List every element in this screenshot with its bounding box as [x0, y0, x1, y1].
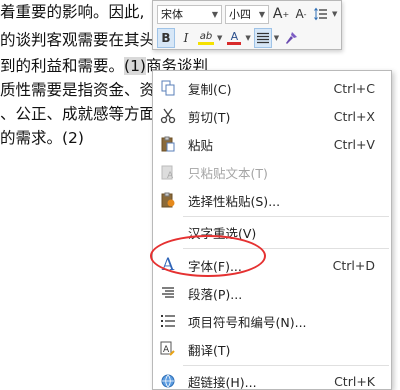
- font-color-button[interactable]: A: [225, 28, 243, 48]
- chevron-down-icon[interactable]: ▼: [332, 10, 337, 18]
- doc-text: 到的利益和需要。: [0, 57, 125, 75]
- menu-item-label: 段落(P)...: [188, 286, 243, 302]
- menu-item-hyperlink[interactable]: 超链接(H)... Ctrl+K: [153, 367, 391, 390]
- chevron-down-icon: ▼: [211, 9, 218, 19]
- chevron-down-icon: ▼: [258, 9, 265, 19]
- menu-item-shortcut: Ctrl+V: [333, 136, 375, 152]
- menu-item-label: 超链接(H)...: [188, 374, 257, 390]
- menu-item-label: 复制(C): [188, 81, 232, 97]
- format-painter-icon: [286, 32, 298, 44]
- menu-item-label: 选择性粘贴(S)...: [188, 193, 281, 209]
- menu-item-shortcut: Ctrl+K: [334, 373, 375, 389]
- menu-item-shortcut: Ctrl+X: [333, 108, 375, 124]
- paragraph-icon: [159, 284, 177, 302]
- font-size-value: 小四: [229, 8, 251, 21]
- font-size-select[interactable]: 小四 ▼: [225, 4, 269, 24]
- menu-item-label: 剪切(T): [188, 109, 231, 125]
- grow-font-button[interactable]: A +: [272, 4, 290, 24]
- translate-icon: A: [159, 340, 177, 358]
- doc-line-2: 的谈判客观需要在其头: [0, 31, 156, 49]
- menu-item-label: 字体(F)...: [188, 258, 242, 274]
- shrink-font-icon: A: [295, 7, 304, 21]
- bold-button[interactable]: B: [157, 28, 175, 48]
- menu-item-paragraph[interactable]: 段落(P)...: [153, 279, 391, 307]
- font-color-swatch: [227, 42, 242, 45]
- menu-item-paste-text-only[interactable]: A 只粘贴文本(T): [153, 158, 391, 186]
- menu-item-bullets-numbering[interactable]: 项目符号和编号(N)...: [153, 307, 391, 335]
- context-menu: 复制(C) Ctrl+C 剪切(T) Ctrl+X 粘贴 Ctrl+V A 只粘…: [152, 70, 392, 390]
- menu-item-shortcut: Ctrl+C: [333, 80, 375, 96]
- chevron-down-icon[interactable]: ▼: [217, 34, 222, 42]
- doc-line-4: 质性需要是指资金、资: [0, 81, 156, 99]
- paste-icon: [159, 135, 177, 153]
- paste-text-icon: A: [159, 163, 177, 181]
- menu-item-label: 翻译(T): [188, 342, 231, 358]
- copy-icon: [159, 79, 177, 97]
- menu-separator: [183, 248, 389, 249]
- doc-line-5: 、公正、成就感等方面: [0, 105, 156, 123]
- svg-text:A: A: [163, 345, 170, 355]
- hyperlink-icon: [159, 372, 177, 390]
- align-justify-icon: [256, 32, 269, 44]
- menu-separator: [183, 216, 389, 217]
- chevron-down-icon[interactable]: ▼: [245, 34, 250, 42]
- menu-item-reselect-hanzi[interactable]: 汉字重选(V): [153, 218, 391, 246]
- menu-item-paste[interactable]: 粘贴 Ctrl+V: [153, 130, 391, 158]
- menu-item-cut[interactable]: 剪切(T) Ctrl+X: [153, 102, 391, 130]
- font-name-value: 宋体: [161, 8, 183, 21]
- font-icon: A: [161, 255, 175, 275]
- shrink-font-button[interactable]: A-: [292, 4, 310, 24]
- bullets-icon: [159, 312, 177, 330]
- italic-icon: I: [183, 31, 189, 45]
- highlight-color-swatch: [198, 41, 214, 45]
- line-spacing-button[interactable]: [312, 4, 330, 24]
- menu-item-translate[interactable]: A 翻译(T): [153, 335, 391, 363]
- svg-text:A: A: [167, 171, 174, 180]
- format-painter-button[interactable]: [282, 28, 300, 48]
- chevron-down-icon[interactable]: ▼: [274, 34, 279, 42]
- doc-line-1: 着重要的影响。因此,: [0, 3, 145, 21]
- menu-item-paste-special[interactable]: 选择性粘贴(S)...: [153, 186, 391, 214]
- font-color-icon: A: [230, 30, 239, 43]
- menu-item-label: 粘贴: [188, 137, 214, 153]
- line-spacing-icon: [314, 7, 327, 21]
- mini-format-toolbar: 宋体 ▼ 小四 ▼ A + A- ▼ B I ab ▼ A ▼ ▼: [152, 0, 342, 50]
- highlight-button[interactable]: ab: [197, 28, 215, 48]
- menu-item-shortcut: Ctrl+D: [332, 257, 375, 273]
- menu-item-font[interactable]: A 字体(F)... Ctrl+D: [153, 251, 391, 279]
- menu-item-label: 汉字重选(V): [188, 225, 257, 241]
- selected-text: (1): [124, 57, 146, 75]
- italic-button[interactable]: I: [177, 28, 195, 48]
- scissors-icon: [159, 107, 177, 125]
- bold-icon: B: [161, 31, 171, 45]
- align-button[interactable]: [253, 28, 272, 48]
- doc-line-6: 的需求。(2): [0, 129, 84, 147]
- menu-separator: [183, 365, 389, 366]
- grow-font-icon: A: [272, 6, 283, 22]
- menu-item-label: 只粘贴文本(T): [188, 165, 268, 181]
- font-name-select[interactable]: 宋体 ▼: [157, 4, 222, 24]
- menu-item-copy[interactable]: 复制(C) Ctrl+C: [153, 74, 391, 102]
- menu-item-label: 项目符号和编号(N)...: [188, 314, 307, 330]
- paste-special-icon: [159, 191, 177, 209]
- highlighter-icon: ab: [199, 30, 213, 42]
